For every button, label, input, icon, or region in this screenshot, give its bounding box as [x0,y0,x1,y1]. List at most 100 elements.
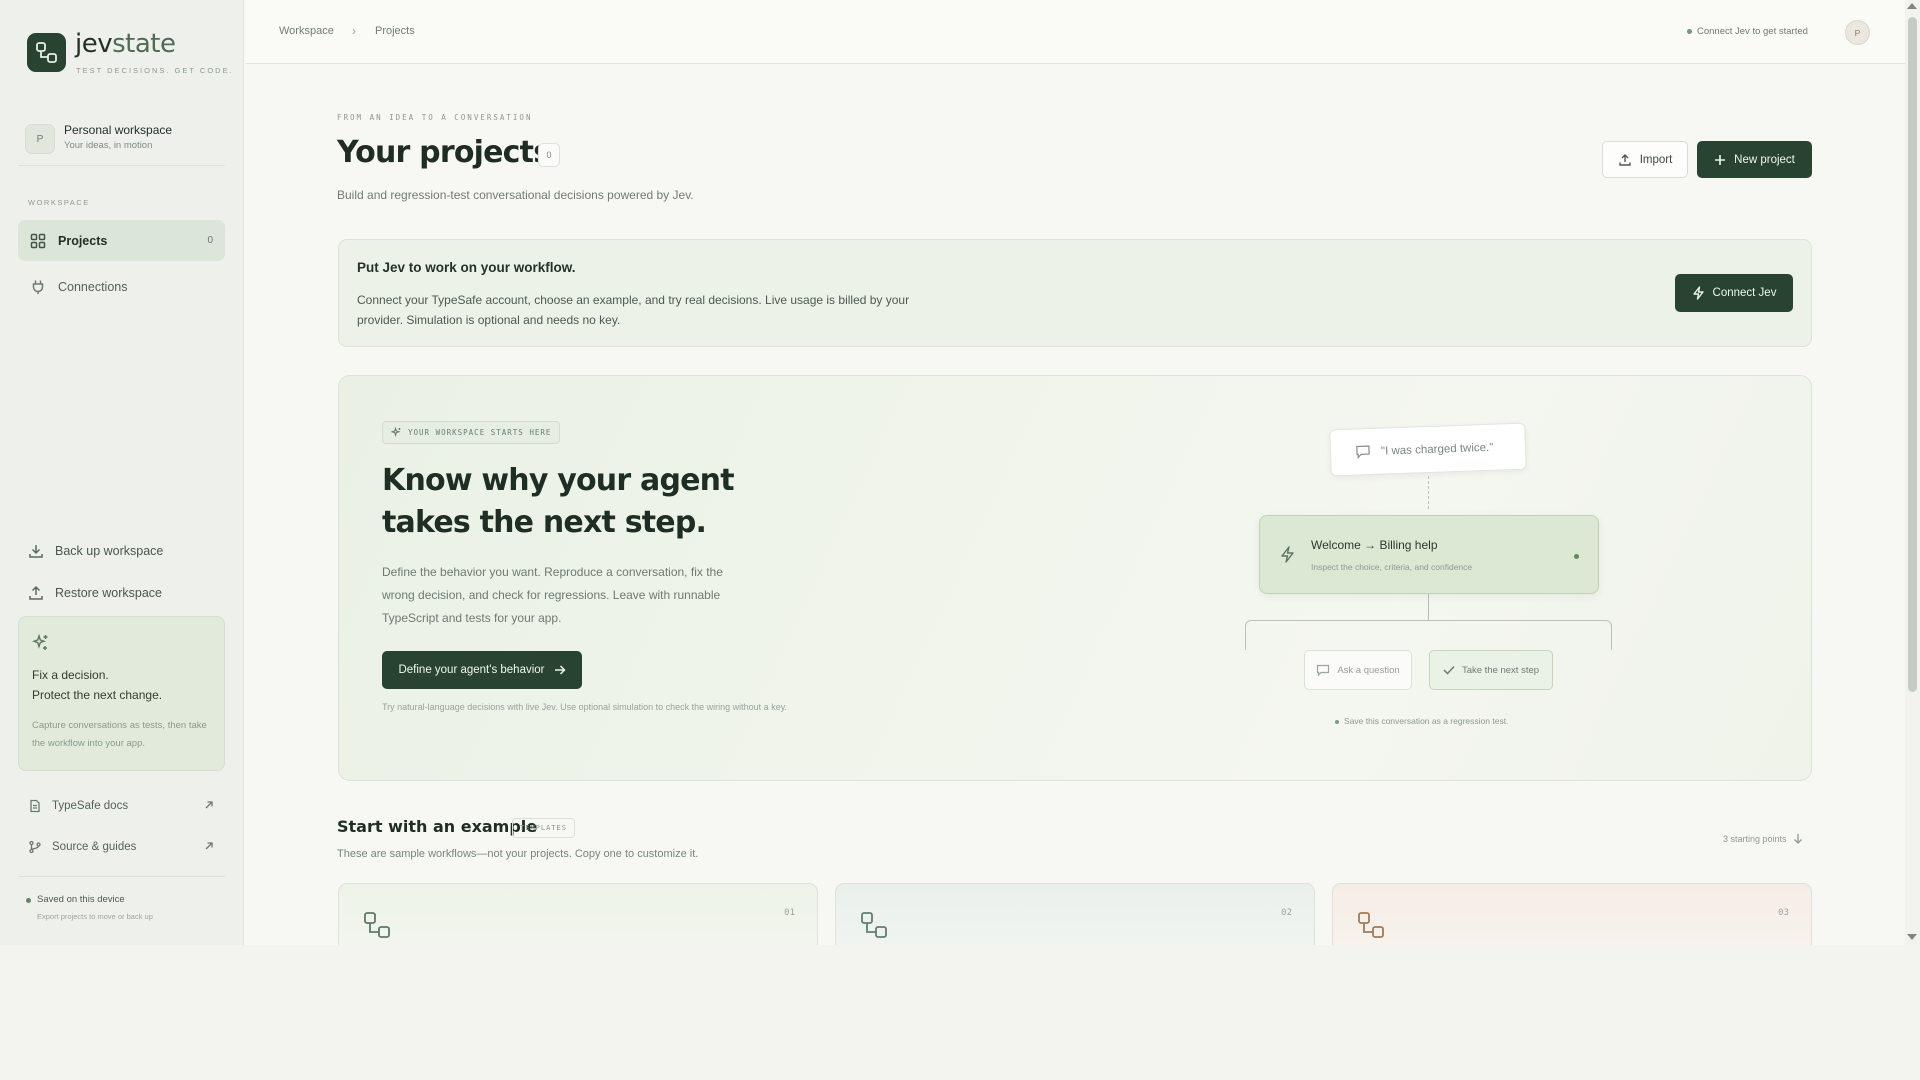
restore-workspace-button[interactable]: Restore workspace [28,583,162,603]
example-card[interactable]: 02 [835,883,1315,945]
branch-icon [29,840,41,854]
import-button-label: Import [1639,153,1673,166]
example-card[interactable]: 01 [338,883,818,945]
decision-node-dot [1574,554,1579,559]
sidebar-item-projects[interactable]: Projects 0 [18,220,225,261]
save-regression-note: Save this conversation as a regression t… [1344,716,1509,726]
diagram-branch-connector [1245,620,1612,650]
workspace-switcher[interactable]: P Personal workspace Your ideas, in moti… [18,118,225,166]
option-next-step-label: Take the next step [1461,664,1540,676]
decision-node-subtitle: Inspect the choice, criteria, and confid… [1311,562,1473,572]
brand-name-light: state [112,29,176,59]
workflow-icon [1358,912,1384,938]
banner-title: Put Jev to work on your workflow. [357,260,576,275]
arrow-down-icon [1793,834,1802,844]
restore-workspace-label: Restore workspace [55,586,162,600]
source-guides-label: Source & guides [52,841,137,853]
scroll-up-arrow-icon[interactable] [1907,3,1917,9]
workflow-icon [861,912,887,938]
sidebar-section-label: WORKSPACE [28,198,90,207]
sidebar-divider [18,876,225,877]
diagram-connector [1428,594,1429,620]
hero-text: Define the behavior you want. Reproduce … [382,565,723,625]
document-icon [30,799,40,813]
top-bar: Workspace › Projects Connect Jev to get … [245,0,1905,64]
hero-heading-line-2: takes the next step. [382,505,707,540]
typesafe-docs-link[interactable]: TypeSafe docs [28,797,214,815]
sparkle-icon [31,633,48,650]
sidebar-item-label: Connections [58,279,128,294]
save-note-dot [1335,720,1339,724]
example-card[interactable]: 03 [1332,883,1812,945]
conversation-quote-text: "I was charged twice." [1380,441,1494,458]
plug-icon [32,280,44,294]
define-behavior-button-label: Define your agent's behavior [398,664,545,676]
download-icon [29,545,43,558]
scrollbar-thumb[interactable] [1908,17,1917,692]
hero-card: YOUR WORKSPACE STARTS HERE Know why your… [338,375,1812,781]
projects-count-badge: 0 [207,235,213,246]
workspace-avatar: P [25,124,55,154]
hero-heading-line-1: Know why your agent [382,463,735,498]
option-ask-question-label: Ask a question [1337,664,1400,676]
sidebar: jevstate TEST DECISIONS. GET CODE. P Per… [0,0,244,945]
page-subtitle: Build and regression-test conversational… [337,188,694,202]
upload-icon [1619,153,1631,166]
hero-chip: YOUR WORKSPACE STARTS HERE [382,421,561,444]
import-button[interactable]: Import [1602,141,1688,178]
app-window: jevstate TEST DECISIONS. GET CODE. P Per… [0,0,1920,945]
brand-tagline: TEST DECISIONS. GET CODE. [76,66,234,75]
brand-name: jevstate [75,29,176,59]
sidebar-item-connections[interactable]: Connections [18,266,225,307]
option-next-step: Take the next step [1429,650,1553,690]
page-eyebrow: FROM AN IDEA TO A CONVERSATION [337,113,533,122]
typesafe-docs-label: TypeSafe docs [52,800,129,812]
backup-workspace-button[interactable]: Back up workspace [28,541,163,561]
diagram-connector [1428,476,1429,509]
scroll-down-arrow-icon[interactable] [1907,934,1917,940]
example-card-number: 03 [1778,908,1789,918]
decision-node-title: Welcome → Billing help [1311,538,1438,552]
source-guides-link[interactable]: Source & guides [28,838,214,856]
sidebar-item-label: Projects [58,233,108,248]
external-link-icon [205,842,213,850]
arrow-right-icon [554,665,566,675]
breadcrumb-projects: Projects [375,25,415,37]
saved-status-title: Saved on this device [37,894,125,905]
connection-status-text[interactable]: Connect Jev to get started [1697,26,1808,37]
decision-node-card[interactable]: Welcome → Billing help Inspect the choic… [1259,515,1599,594]
chat-bubble-icon [1317,664,1330,676]
upload-icon [29,585,43,600]
hero-chip-label: YOUR WORKSPACE STARTS HERE [408,428,552,437]
examples-heading: Start with an example [337,817,538,836]
saved-status-dot [26,898,31,903]
connect-banner: Put Jev to work on your workflow. Connec… [338,239,1812,347]
new-project-button[interactable]: New project [1697,141,1812,178]
workflow-icon [364,912,390,938]
chat-bubble-icon [1356,445,1370,460]
logo-icon[interactable] [27,33,66,72]
workspace-subtitle: Your ideas, in motion [64,140,153,151]
breadcrumb-workspace[interactable]: Workspace [279,25,334,37]
starting-points-label: 3 starting points [1723,833,1787,844]
starting-points-link[interactable]: 3 starting points [1723,833,1803,844]
user-avatar[interactable]: P [1845,20,1870,45]
breadcrumb-chevron-icon: › [352,24,356,38]
lightning-icon [1281,546,1294,563]
promo-line-2: Protect the next change. [32,688,163,702]
saved-status-subtitle: Export projects to move or back up [37,912,153,921]
define-behavior-button[interactable]: Define your agent's behavior [382,651,582,689]
external-link-icon [205,801,213,809]
connect-jev-button-label: Connect Jev [1712,287,1777,299]
plus-icon [1715,154,1726,165]
hero-note: Try natural-language decisions with live… [382,702,788,712]
connect-jev-button[interactable]: Connect Jev [1675,274,1793,312]
promo-text: Capture conversations as tests, then tak… [32,720,207,749]
example-card-number: 02 [1281,908,1292,918]
example-card-number: 01 [784,908,795,918]
connection-status-dot [1687,29,1692,34]
backup-workspace-label: Back up workspace [55,544,164,558]
sparkle-icon [391,427,401,438]
banner-text: Connect your TypeSafe account, choose an… [357,293,910,327]
templates-chip: TEMPLATES [512,818,575,838]
